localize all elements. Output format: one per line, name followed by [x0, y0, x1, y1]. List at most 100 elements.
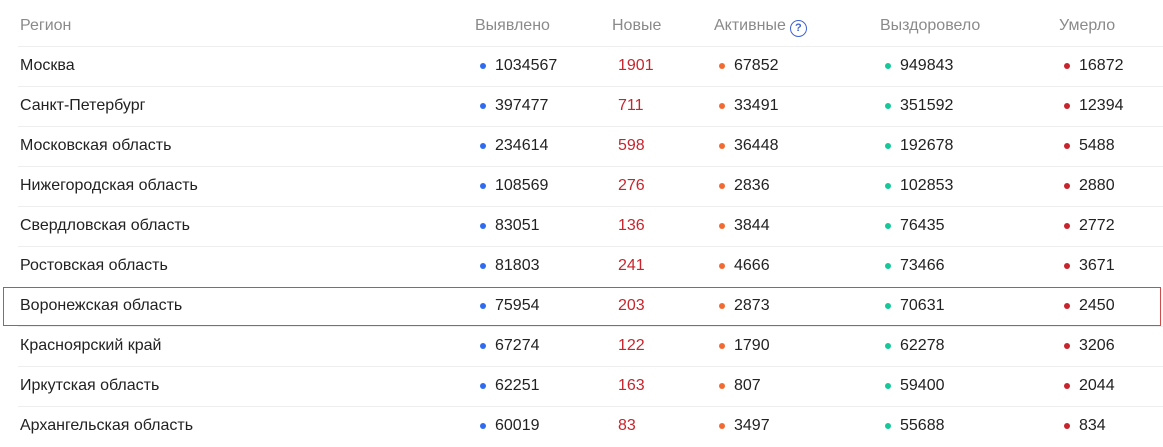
header-detected[interactable]: Выявлено	[475, 17, 550, 35]
table-row[interactable]: Воронежская область 75954 203 2873 70631 2450	[3, 287, 1161, 326]
cell-new: 122	[618, 337, 645, 354]
cell-region: Нижегородская область	[20, 177, 198, 194]
cell-region: Красноярский край	[20, 337, 162, 354]
recovered-dot-icon	[885, 303, 891, 309]
recovered-dot-icon	[885, 423, 891, 429]
header-new[interactable]: Новые	[612, 17, 661, 35]
header-recovered[interactable]: Выздоровело	[880, 17, 980, 35]
cell-detected: 397477	[495, 97, 549, 114]
cell-active: 2836	[734, 177, 770, 194]
cell-active: 807	[734, 377, 761, 394]
cell-detected: 60019	[495, 417, 540, 434]
recovered-dot-icon	[885, 263, 891, 269]
recovered-dot-icon	[885, 223, 891, 229]
active-dot-icon	[719, 143, 725, 149]
cell-died: 5488	[1079, 137, 1115, 154]
cell-died: 2880	[1079, 177, 1115, 194]
cell-new: 241	[618, 257, 645, 274]
detected-dot-icon	[480, 63, 486, 69]
cell-new: 203	[618, 297, 645, 314]
cell-died: 2772	[1079, 217, 1115, 234]
cell-new: 276	[618, 177, 645, 194]
active-dot-icon	[719, 183, 725, 189]
cell-new: 163	[618, 377, 645, 394]
recovered-dot-icon	[885, 343, 891, 349]
active-dot-icon	[719, 383, 725, 389]
died-dot-icon	[1064, 63, 1070, 69]
table-row[interactable]: Архангельская область 60019 83 3497 55688 834	[0, 406, 1163, 446]
cell-recovered: 73466	[900, 257, 945, 274]
cell-recovered: 76435	[900, 217, 945, 234]
header-active[interactable]: Активные?	[714, 17, 807, 37]
cell-active: 67852	[734, 57, 779, 74]
active-dot-icon	[719, 423, 725, 429]
cell-recovered: 949843	[900, 57, 954, 74]
cell-region: Москва	[20, 57, 75, 74]
table-row[interactable]: Иркутская область 62251 163 807 59400 2044	[0, 366, 1163, 406]
recovered-dot-icon	[885, 63, 891, 69]
cell-detected: 62251	[495, 377, 540, 394]
active-dot-icon	[719, 303, 725, 309]
cell-new: 1901	[618, 57, 654, 74]
detected-dot-icon	[480, 263, 486, 269]
cell-active: 4666	[734, 257, 770, 274]
cell-new: 711	[618, 97, 644, 114]
active-dot-icon	[719, 63, 725, 69]
table-row[interactable]: Красноярский край 67274 122 1790 62278 3206	[0, 326, 1163, 366]
table-row[interactable]: Ростовская область 81803 241 4666 73466 3671	[0, 246, 1163, 286]
died-dot-icon	[1064, 343, 1070, 349]
cell-died: 3671	[1079, 257, 1115, 274]
cell-region: Свердловская область	[20, 217, 190, 234]
row-divider	[18, 46, 1163, 47]
table-row[interactable]: Московская область 234614 598 36448 192678 54…	[0, 126, 1163, 166]
cell-detected: 81803	[495, 257, 540, 274]
cell-died: 834	[1079, 417, 1106, 434]
cell-died: 2044	[1079, 377, 1115, 394]
died-dot-icon	[1064, 263, 1070, 269]
died-dot-icon	[1064, 183, 1070, 189]
header-died[interactable]: Умерло	[1059, 17, 1115, 35]
active-dot-icon	[719, 223, 725, 229]
cell-region: Ростовская область	[20, 257, 168, 274]
help-icon[interactable]: ?	[789, 20, 807, 37]
cell-region: Московская область	[20, 137, 172, 154]
active-dot-icon	[719, 103, 725, 109]
detected-dot-icon	[480, 423, 486, 429]
header-active-label[interactable]: Активные	[714, 17, 786, 34]
cell-detected: 234614	[495, 137, 549, 154]
cell-active: 33491	[734, 97, 779, 114]
row-divider	[18, 406, 1163, 407]
recovered-dot-icon	[885, 143, 891, 149]
recovered-dot-icon	[885, 183, 891, 189]
cell-died: 12394	[1079, 97, 1124, 114]
cell-region: Иркутская область	[20, 377, 160, 394]
cell-died: 3206	[1079, 337, 1115, 354]
detected-dot-icon	[480, 143, 486, 149]
cell-recovered: 351592	[900, 97, 954, 114]
cell-detected: 75954	[495, 297, 540, 314]
died-dot-icon	[1064, 303, 1070, 309]
table-row[interactable]: Свердловская область 83051 136 3844 76435 277…	[0, 206, 1163, 246]
cell-detected: 83051	[495, 217, 540, 234]
table-row[interactable]: Москва 1034567 1901 67852 949843 16872	[0, 46, 1163, 86]
header-region[interactable]: Регион	[20, 17, 71, 35]
cell-recovered: 59400	[900, 377, 945, 394]
cell-active: 1790	[734, 337, 770, 354]
cell-recovered: 192678	[900, 137, 954, 154]
table-row[interactable]: Санкт-Петербург 397477 711 33491 351592 12394	[0, 86, 1163, 126]
cell-recovered: 55688	[900, 417, 945, 434]
row-divider	[18, 206, 1163, 207]
cell-new: 83	[618, 417, 636, 434]
cell-active: 3844	[734, 217, 770, 234]
regions-table: Регион Выявлено Новые Активные? Выздоров…	[0, 0, 1163, 447]
cell-region: Воронежская область	[20, 297, 183, 314]
cell-new: 136	[618, 217, 645, 234]
row-divider	[18, 166, 1163, 167]
cell-died: 16872	[1079, 57, 1124, 74]
cell-region: Санкт-Петербург	[20, 97, 146, 114]
row-divider	[18, 366, 1163, 367]
table-row[interactable]: Нижегородская область 108569 276 2836 102853…	[0, 166, 1163, 206]
cell-new: 598	[618, 137, 645, 154]
recovered-dot-icon	[885, 103, 891, 109]
cell-active: 3497	[734, 417, 770, 434]
